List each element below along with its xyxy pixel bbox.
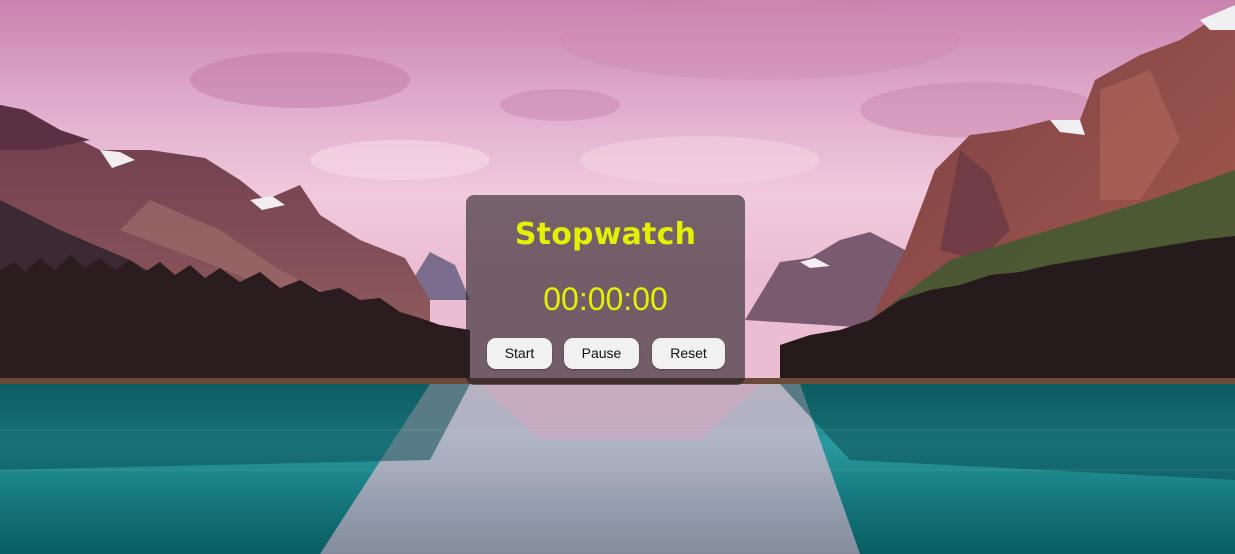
pause-button[interactable]: Pause [564,338,639,369]
stopwatch-card: Stopwatch 00:00:00 Start Pause Reset [466,195,745,385]
start-button[interactable]: Start [487,338,552,369]
stopwatch-title: Stopwatch [514,217,697,252]
reset-button[interactable]: Reset [652,338,725,369]
background-landscape: Stopwatch 00:00:00 Start Pause Reset [0,0,1235,554]
time-display: 00:00:00 [543,281,668,317]
